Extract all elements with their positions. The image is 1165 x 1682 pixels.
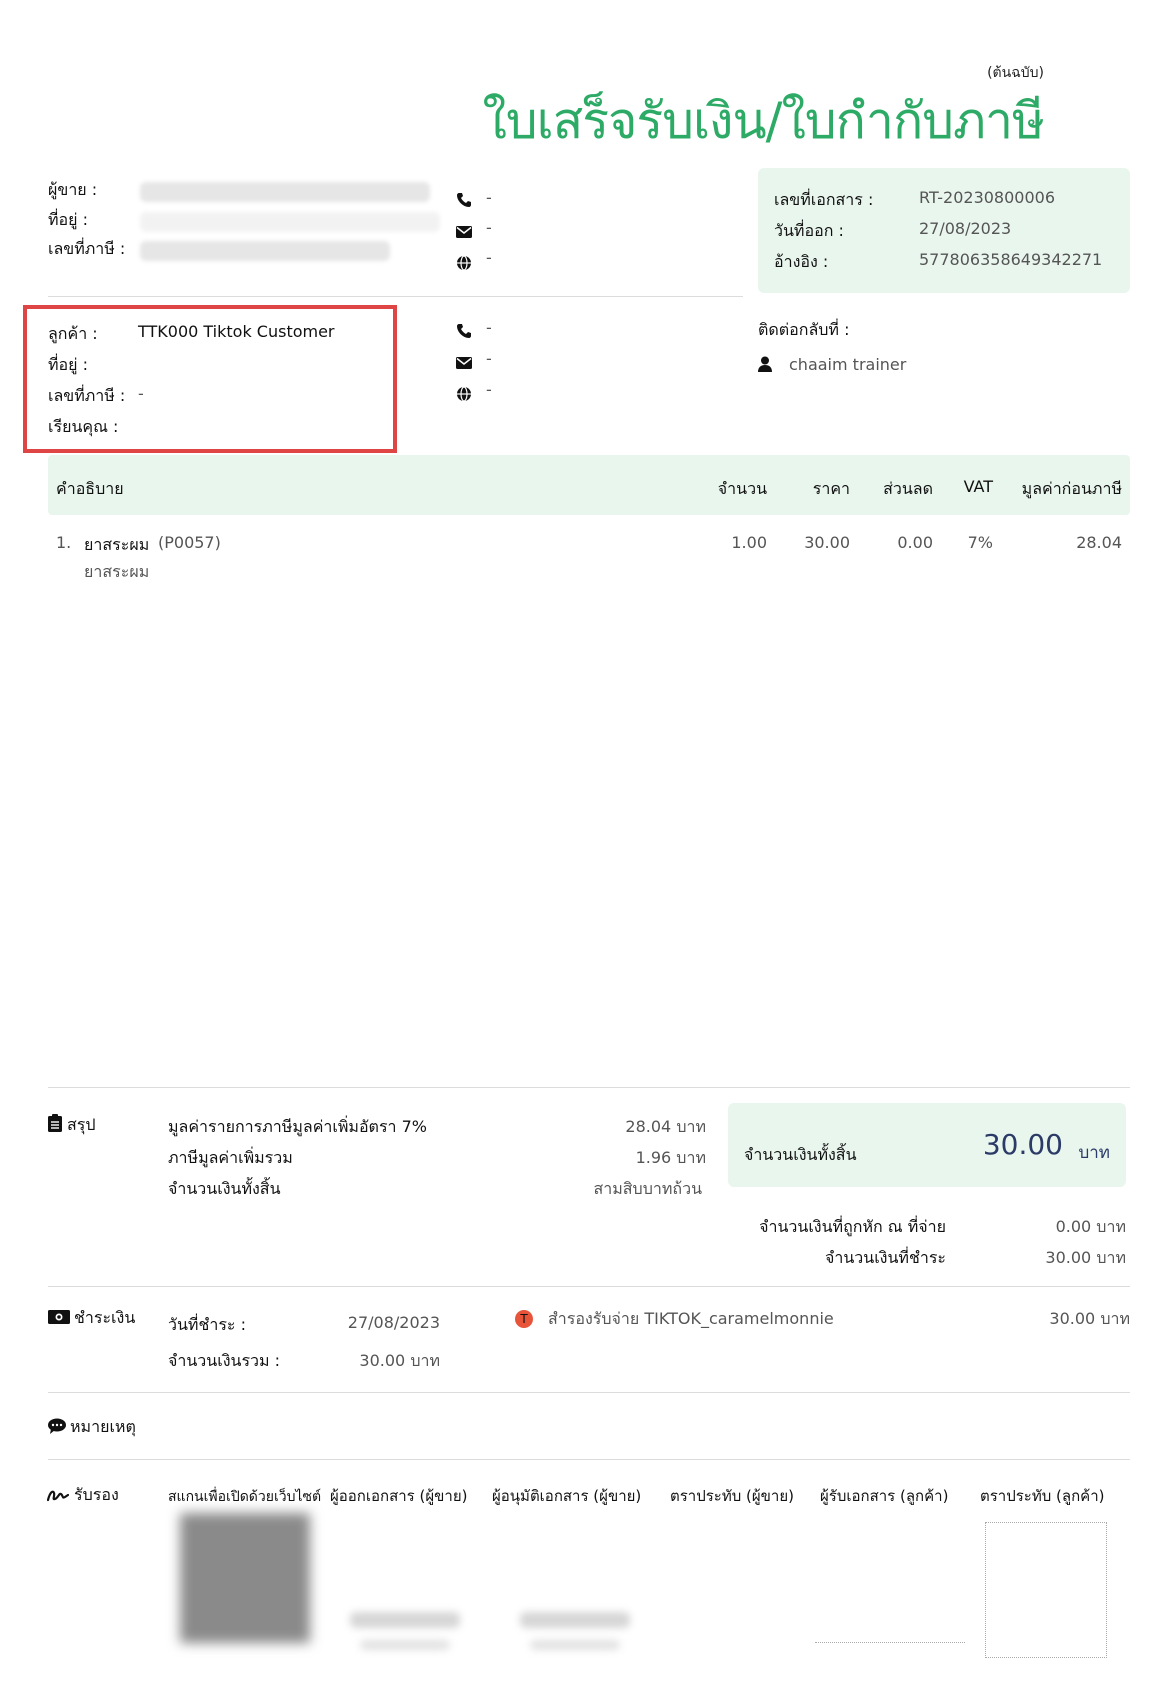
- item-pretax: 28.04: [1076, 533, 1122, 552]
- total-box-value: 30.00: [982, 1128, 1063, 1161]
- payment-divider: [48, 1286, 1130, 1287]
- seller-stamp-label: ตราประทับ (ผู้ขาย): [670, 1487, 794, 1505]
- money-icon: [48, 1310, 70, 1324]
- col-qty: จำนวน: [717, 479, 767, 498]
- approver-label: ผู้อนุมัติเอกสาร (ผู้ขาย): [492, 1487, 642, 1505]
- contact-label: ติดต่อกลับที่ :: [758, 320, 850, 339]
- seller-web: -: [486, 248, 492, 267]
- total-box-unit: บาท: [1078, 1143, 1110, 1163]
- customer-stamp-label: ตราประทับ (ลูกค้า): [980, 1487, 1105, 1505]
- customer-attn-label: เรียนคุณ :: [48, 417, 119, 436]
- item-code: (P0057): [158, 533, 221, 552]
- receiver-label: ผู้รับเอกสาร (ลูกค้า): [820, 1487, 949, 1505]
- signature-divider: [48, 1459, 1130, 1460]
- issuer-signature: [350, 1612, 460, 1628]
- comment-icon: [48, 1418, 66, 1434]
- approver-signature-date: [530, 1640, 620, 1650]
- payment-channel-amount: 30.00 บาท: [1049, 1309, 1130, 1328]
- seller-address-redacted: [140, 212, 440, 232]
- withheld-label: จำนวนเงินที่ถูกหัก ณ ที่จ่าย: [759, 1217, 946, 1236]
- qr-code[interactable]: [180, 1513, 310, 1643]
- copy-label: (ต้นฉบับ): [987, 65, 1044, 81]
- phone-icon: [456, 192, 472, 208]
- issue-date: 27/08/2023: [919, 219, 1012, 238]
- payment-channel-text: สำรองรับจ่าย TIKTOK_caramelmonnie: [548, 1309, 834, 1328]
- customer-stamp-box: [985, 1522, 1107, 1658]
- item-price: 30.00: [804, 533, 850, 552]
- vat-base-label: มูลค่ารายการภาษีมูลค่าเพิ่มอัตรา 7%: [168, 1117, 427, 1136]
- seller-phone: -: [486, 188, 492, 207]
- receiver-signature-line: [815, 1642, 965, 1643]
- customer-taxid-label: เลขที่ภาษี :: [48, 386, 126, 405]
- approver-signature: [520, 1612, 630, 1628]
- customer-value: TTK000 Tiktok Customer: [138, 322, 335, 341]
- item-subtitle: ยาสระผม: [84, 562, 150, 581]
- contact-name: chaaim trainer: [789, 355, 907, 374]
- seller-taxid-label: เลขที่ภาษี :: [48, 239, 126, 258]
- reference-label: อ้างอิง :: [774, 252, 829, 271]
- phone-icon: [456, 323, 472, 339]
- doc-no: RT-20230800006: [919, 188, 1056, 207]
- paid-value: 30.00 บาท: [1045, 1248, 1126, 1267]
- paid-label: จำนวนเงินที่ชำระ: [824, 1248, 946, 1267]
- vat-total-value: 1.96 บาท: [635, 1148, 706, 1167]
- page-title: ใบเสร็จรับเงิน/ใบกำกับภาษี: [482, 92, 1045, 150]
- vat-base-value: 28.04 บาท: [625, 1117, 706, 1136]
- seller-label: ผู้ขาย :: [48, 180, 98, 199]
- channel-badge: T: [515, 1310, 533, 1328]
- col-description: คำอธิบาย: [56, 479, 124, 498]
- item-qty: 1.00: [731, 533, 767, 552]
- total-box-label: จำนวนเงินทั้งสิ้น: [744, 1145, 857, 1164]
- seller-divider: [48, 296, 743, 297]
- withheld-value: 0.00 บาท: [1055, 1217, 1126, 1236]
- notes-divider: [48, 1392, 1130, 1393]
- issuer-signature-date: [360, 1640, 450, 1650]
- scan-label: สแกนเพื่อเปิดด้วยเว็บไซต์: [168, 1489, 322, 1505]
- col-vat: VAT: [963, 477, 993, 496]
- payment-date-value: 27/08/2023: [347, 1313, 440, 1332]
- vat-total-label: ภาษีมูลค่าเพิ่มรวม: [168, 1148, 293, 1167]
- email-icon: [456, 226, 472, 238]
- item-name: ยาสระผม: [84, 535, 150, 554]
- signature-icon: [47, 1488, 69, 1502]
- customer-label: ลูกค้า :: [48, 324, 98, 343]
- item-vat: 7%: [967, 533, 993, 552]
- user-icon: [758, 356, 772, 372]
- customer-taxid-value: -: [138, 384, 144, 403]
- grand-total-label: จำนวนเงินทั้งสิ้น: [168, 1179, 281, 1198]
- payment-date-label: วันที่ชำระ :: [168, 1315, 246, 1334]
- item-discount: 0.00: [897, 533, 933, 552]
- globe-icon: [456, 386, 472, 402]
- seller-email: -: [486, 218, 492, 237]
- notes-section-label: หมายเหตุ: [70, 1417, 136, 1436]
- globe-icon: [456, 255, 472, 271]
- col-discount: ส่วนลด: [883, 479, 933, 498]
- seller-name-redacted: [140, 182, 430, 202]
- col-price: ราคา: [812, 479, 850, 498]
- seller-taxid-redacted: [140, 241, 390, 261]
- customer-email: -: [486, 349, 492, 368]
- payment-total-value: 30.00 บาท: [359, 1351, 440, 1370]
- payment-section-label: ชำระเงิน: [74, 1308, 136, 1327]
- payment-total-label: จำนวนเงินรวม :: [168, 1351, 281, 1370]
- summary-divider: [48, 1087, 1130, 1088]
- clipboard-icon: [48, 1114, 62, 1132]
- signature-section-label: รับรอง: [74, 1485, 119, 1504]
- summary-section-label: สรุป: [67, 1115, 96, 1134]
- customer-web: -: [486, 380, 492, 399]
- grand-total-words: สามสิบบาทถ้วน: [593, 1179, 702, 1198]
- reference-value: 577806358649342271: [919, 250, 1103, 269]
- issuer-label: ผู้ออกเอกสาร (ผู้ขาย): [330, 1487, 468, 1505]
- row-index: 1.: [56, 533, 72, 552]
- email-icon: [456, 357, 472, 369]
- col-pretax: มูลค่าก่อนภาษี: [1021, 479, 1122, 498]
- issue-date-label: วันที่ออก :: [774, 221, 844, 240]
- doc-no-label: เลขที่เอกสาร :: [774, 190, 874, 209]
- customer-phone: -: [486, 318, 492, 337]
- customer-address-label: ที่อยู่ :: [48, 355, 89, 374]
- seller-address-label: ที่อยู่ :: [48, 210, 89, 229]
